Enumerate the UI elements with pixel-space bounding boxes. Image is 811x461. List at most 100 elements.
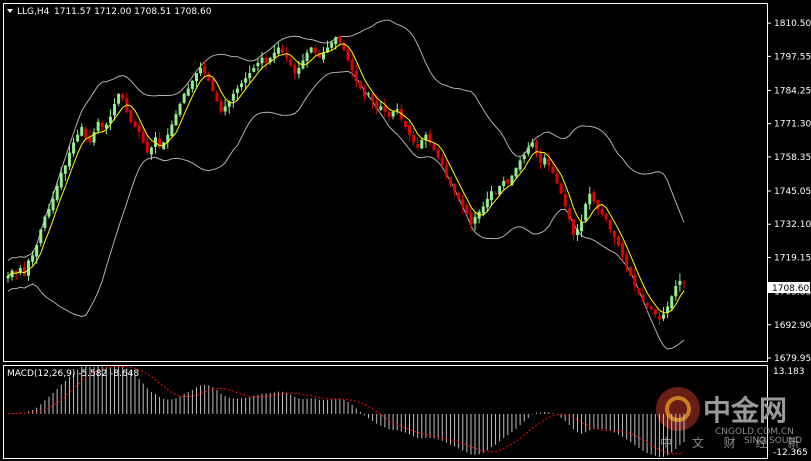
candle-body bbox=[76, 134, 80, 142]
candle bbox=[207, 71, 211, 82]
candle bbox=[440, 153, 444, 168]
candle-body bbox=[662, 314, 666, 319]
candle-body bbox=[653, 309, 657, 315]
candle bbox=[666, 301, 670, 319]
candle bbox=[121, 92, 125, 102]
candle bbox=[240, 80, 244, 91]
candle-body bbox=[412, 134, 416, 143]
candle-body bbox=[580, 221, 584, 232]
candle-body bbox=[448, 177, 452, 184]
candle bbox=[682, 280, 686, 289]
candle bbox=[621, 241, 625, 261]
candle-body bbox=[43, 216, 47, 228]
candle-body bbox=[440, 157, 444, 166]
candle bbox=[6, 272, 10, 283]
candle-body bbox=[350, 59, 354, 71]
candle bbox=[272, 45, 276, 63]
macd-tick-bottom: -12.365 bbox=[773, 448, 808, 458]
candle-body bbox=[190, 80, 194, 89]
candle bbox=[403, 119, 407, 130]
candle-body bbox=[526, 147, 530, 154]
candle bbox=[141, 128, 145, 144]
price-axis: 1810.50 1797.55 1784.25 1771.30 1758.35 1745.… bbox=[767, 19, 811, 364]
candle-body bbox=[51, 198, 55, 211]
candle bbox=[600, 204, 604, 217]
candle-body bbox=[551, 166, 555, 174]
candle bbox=[629, 266, 633, 276]
candle bbox=[412, 128, 416, 146]
candle bbox=[321, 46, 325, 63]
candle-body bbox=[530, 142, 534, 147]
candle-body bbox=[567, 208, 571, 220]
candle bbox=[354, 63, 358, 88]
ohlc-readout: 1711.57 1712.00 1708.51 1708.60 bbox=[54, 7, 212, 17]
candle bbox=[645, 301, 649, 311]
candle-body bbox=[321, 52, 325, 60]
candle-body bbox=[678, 280, 682, 286]
candle bbox=[367, 91, 371, 98]
candle-body bbox=[514, 168, 518, 177]
candle-body bbox=[387, 112, 391, 117]
cngold-logo-icon bbox=[656, 387, 700, 431]
candle bbox=[588, 186, 592, 210]
candle-body bbox=[264, 57, 268, 63]
candle-body bbox=[670, 296, 674, 309]
candle-body bbox=[80, 127, 84, 136]
candle bbox=[215, 89, 219, 102]
candle bbox=[39, 228, 43, 247]
candle-body bbox=[358, 81, 362, 89]
candle bbox=[362, 84, 366, 101]
candle-body bbox=[416, 143, 420, 148]
candle-body bbox=[31, 255, 35, 262]
candle bbox=[358, 80, 362, 91]
candle-body bbox=[6, 275, 10, 279]
candle-body bbox=[571, 219, 575, 235]
candle-body bbox=[219, 100, 223, 112]
candle bbox=[117, 93, 121, 107]
candle bbox=[379, 101, 383, 111]
candle-body bbox=[280, 48, 284, 53]
bollinger-bands bbox=[7, 19, 685, 350]
candle-body bbox=[133, 121, 137, 128]
candle-body bbox=[379, 106, 383, 110]
candle-body bbox=[502, 180, 506, 187]
candle bbox=[63, 164, 67, 181]
candle-body bbox=[629, 267, 633, 276]
candle-body bbox=[469, 212, 473, 225]
candle-body bbox=[633, 274, 637, 287]
candle-body bbox=[129, 109, 133, 122]
candle-body bbox=[313, 47, 317, 53]
candle bbox=[633, 268, 637, 292]
candle bbox=[293, 63, 297, 79]
candle-body bbox=[108, 116, 112, 124]
candle-body bbox=[67, 152, 71, 167]
candle-body bbox=[420, 139, 424, 149]
candle-body bbox=[100, 122, 104, 128]
price-tick-label: 1771.30 bbox=[774, 120, 811, 130]
candle-body bbox=[203, 66, 207, 74]
candle bbox=[92, 128, 96, 147]
candle-body bbox=[518, 160, 522, 170]
symbol-label: LLG,H4 bbox=[17, 7, 50, 17]
candle bbox=[182, 92, 186, 105]
candle bbox=[428, 128, 432, 147]
candle-body bbox=[289, 59, 293, 66]
candle-body bbox=[26, 260, 30, 276]
candle bbox=[657, 311, 661, 325]
candle-body bbox=[174, 114, 178, 126]
candle-body bbox=[391, 111, 395, 117]
candle-body bbox=[309, 47, 313, 53]
candle-body bbox=[338, 35, 342, 43]
price-tick-label: 1784.25 bbox=[774, 86, 811, 96]
candle bbox=[653, 308, 657, 319]
candle bbox=[145, 134, 149, 155]
candle-body bbox=[588, 193, 592, 205]
candle-body bbox=[457, 192, 461, 199]
candle bbox=[494, 191, 498, 195]
candle-body bbox=[367, 93, 371, 95]
candle bbox=[608, 219, 612, 234]
candle-body bbox=[235, 88, 239, 93]
candle-body bbox=[559, 183, 563, 194]
price-tick-label: 1797.55 bbox=[774, 52, 811, 62]
dropdown-triangle-icon[interactable] bbox=[7, 9, 13, 13]
